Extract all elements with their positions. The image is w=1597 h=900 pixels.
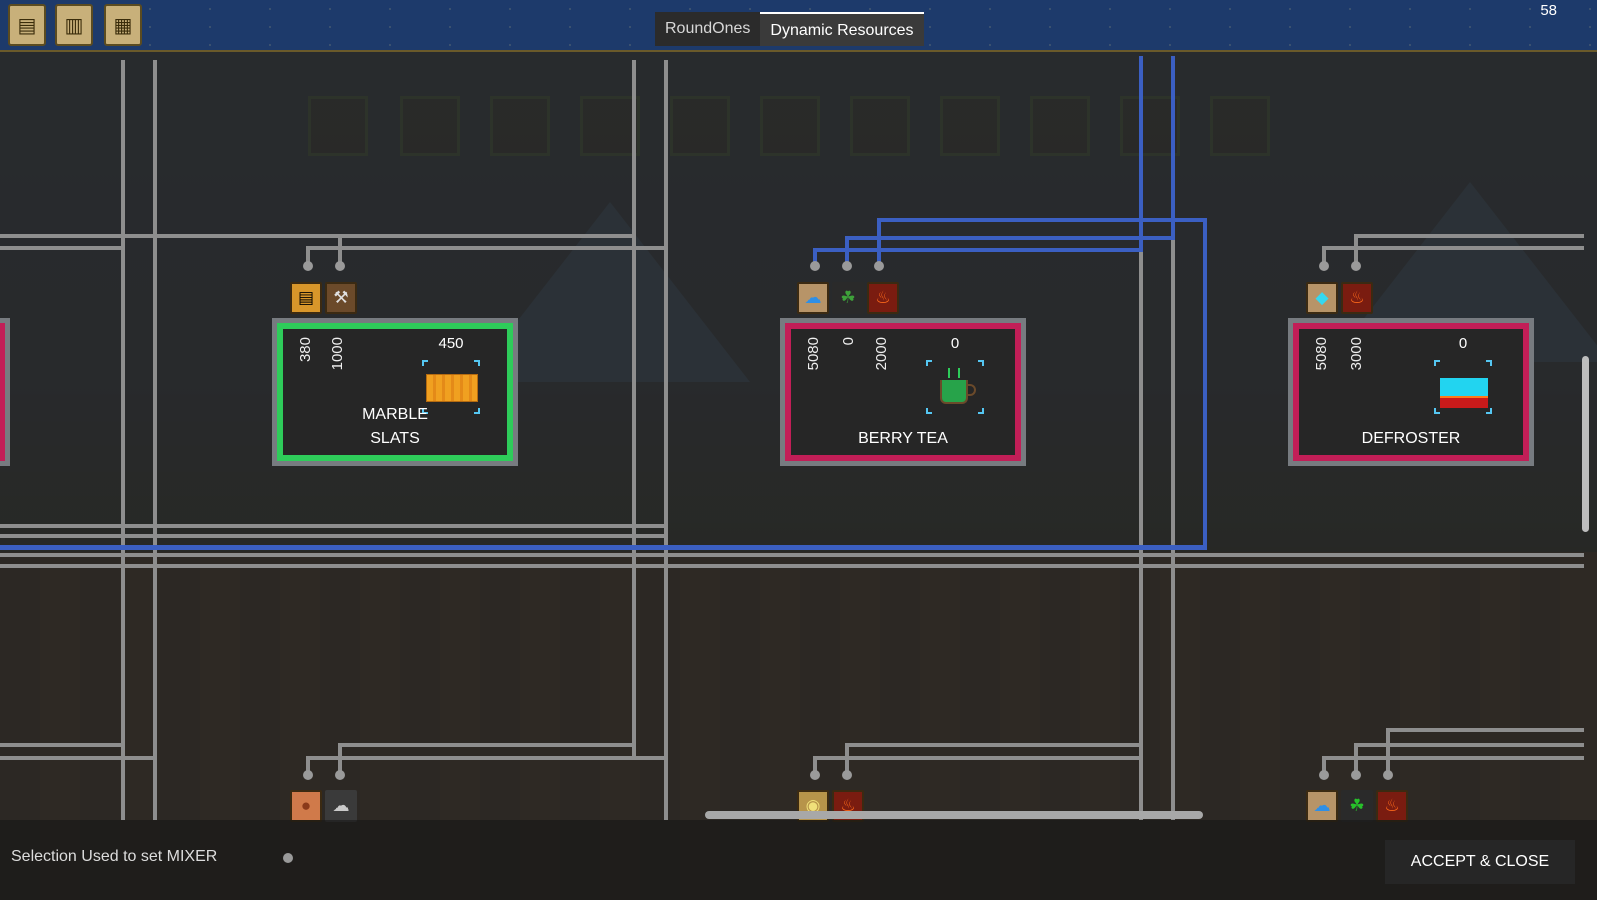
accept-close-button[interactable]: ACCEPT & CLOSE bbox=[1385, 840, 1575, 884]
connection-wire bbox=[1322, 246, 1584, 250]
input-amount: 2000 bbox=[873, 337, 890, 371]
input-amount: 380 bbox=[297, 337, 314, 363]
input-amount: 3000 bbox=[1348, 337, 1365, 371]
blue-connection-wire bbox=[877, 218, 1207, 222]
blue-connection-wire bbox=[0, 545, 1207, 550]
connector-node[interactable] bbox=[1319, 770, 1329, 780]
input-amount: 0 bbox=[840, 337, 857, 346]
connection-wire bbox=[813, 756, 1139, 760]
blue-connection-wire bbox=[845, 236, 1175, 240]
blue-connection-wire bbox=[813, 248, 1143, 252]
build-panel: 5080 3000 0 DEFROSTER bbox=[1293, 323, 1529, 461]
clay-icon: ● bbox=[290, 790, 322, 822]
top-bar: ▤ ▥ ▦ RoundOnes Dynamic Resources 58 bbox=[0, 0, 1597, 52]
fire-icon: ♨ bbox=[1376, 790, 1408, 822]
connector-node[interactable] bbox=[810, 770, 820, 780]
horizontal-scrollbar[interactable] bbox=[705, 811, 1203, 819]
ledger-icon[interactable]: ▦ bbox=[104, 4, 142, 46]
connection-wire bbox=[0, 756, 153, 760]
berries-icon: ☘ bbox=[1341, 790, 1373, 822]
connection-wire bbox=[0, 564, 1584, 568]
input-amount: 1000 bbox=[329, 337, 346, 371]
connection-wire bbox=[0, 534, 664, 538]
open-book-icon[interactable]: ▥ bbox=[55, 4, 93, 46]
selection-status-text: Selection Used to set MIXER bbox=[11, 848, 218, 865]
tea-cup-icon bbox=[925, 359, 985, 415]
connector-node[interactable] bbox=[1351, 261, 1361, 271]
selection-indicator-dot bbox=[283, 853, 293, 863]
fire-icon: ♨ bbox=[1341, 282, 1373, 314]
frame-counter: 58 bbox=[1540, 2, 1557, 19]
bottom-bar bbox=[0, 820, 1597, 900]
build-name: BERRY TEA bbox=[858, 430, 948, 447]
connector-node[interactable] bbox=[303, 261, 313, 271]
input-amount: 5080 bbox=[1313, 337, 1330, 371]
connection-wire bbox=[1171, 240, 1175, 820]
connection-wire bbox=[338, 234, 632, 238]
build-berry-tea[interactable]: 5080 0 2000 0 BERRY TEA bbox=[780, 318, 1026, 466]
blue-connection-wire bbox=[1171, 56, 1175, 240]
marble-icon: ▤ bbox=[290, 282, 322, 314]
ice-icon: ◆ bbox=[1306, 282, 1338, 314]
tab-dynamic-resources[interactable]: Dynamic Resources bbox=[760, 12, 924, 46]
connection-wire bbox=[664, 60, 668, 820]
tab-bar: RoundOnes Dynamic Resources bbox=[655, 12, 924, 46]
connector-node[interactable] bbox=[810, 261, 820, 271]
build-name: DEFROSTER bbox=[1361, 430, 1461, 447]
build-panel: 380 1000 450 MARBLE SLATS bbox=[277, 323, 513, 461]
tools-icon: ⚒ bbox=[325, 282, 357, 314]
water-icon: ☁ bbox=[1306, 790, 1338, 822]
connection-wire bbox=[0, 553, 1584, 557]
build-marble-slats[interactable]: 380 1000 450 MARBLE SLATS bbox=[272, 318, 518, 466]
connector-node[interactable] bbox=[335, 261, 345, 271]
connector-node[interactable] bbox=[1351, 770, 1361, 780]
build-defroster[interactable]: 5080 3000 0 DEFROSTER bbox=[1288, 318, 1534, 466]
defroster-icon bbox=[1433, 359, 1493, 415]
blue-connection-wire bbox=[1203, 218, 1207, 550]
input-amount: 5080 bbox=[805, 337, 822, 371]
connection-wire bbox=[0, 743, 121, 747]
book-icon[interactable]: ▤ bbox=[8, 4, 46, 46]
connection-wire bbox=[632, 60, 636, 760]
tab-roundones[interactable]: RoundOnes bbox=[655, 12, 760, 46]
connector-node[interactable] bbox=[303, 770, 313, 780]
connection-wire bbox=[0, 246, 121, 250]
stone-icon: ☁ bbox=[325, 790, 357, 822]
connection-wire bbox=[1322, 756, 1584, 760]
vertical-scrollbar[interactable] bbox=[1582, 356, 1589, 532]
build-name: MARBLE SLATS bbox=[362, 406, 428, 447]
output-amount: 0 bbox=[1458, 335, 1468, 352]
connector-node[interactable] bbox=[874, 261, 884, 271]
connection-wire bbox=[306, 246, 664, 250]
connection-wire bbox=[121, 60, 125, 820]
connector-node[interactable] bbox=[1319, 261, 1329, 271]
offscreen-build-edge bbox=[0, 318, 10, 466]
water-icon: ☁ bbox=[797, 282, 829, 314]
connector-node[interactable] bbox=[842, 770, 852, 780]
connector-node[interactable] bbox=[335, 770, 345, 780]
connection-wire bbox=[1354, 234, 1584, 238]
berries-icon: ☘ bbox=[832, 282, 864, 314]
connection-wire bbox=[1386, 728, 1584, 732]
connection-wire bbox=[1386, 728, 1390, 776]
blue-connection-wire bbox=[877, 218, 881, 266]
connection-wire bbox=[1139, 250, 1143, 820]
connection-wire bbox=[0, 524, 664, 528]
build-panel: 5080 0 2000 0 BERRY TEA bbox=[785, 323, 1021, 461]
connection-wire bbox=[306, 756, 664, 760]
connection-wire bbox=[153, 60, 157, 820]
output-amount: 0 bbox=[950, 335, 960, 352]
blue-connection-wire bbox=[1139, 56, 1143, 252]
connector-node[interactable] bbox=[842, 261, 852, 271]
output-amount: 450 bbox=[438, 335, 464, 352]
fire-icon: ♨ bbox=[867, 282, 899, 314]
connection-wire bbox=[338, 743, 632, 747]
connector-node[interactable] bbox=[1383, 770, 1393, 780]
game-screen: ▤ ▥ ▦ RoundOnes Dynamic Resources 58 ▤ ⚒… bbox=[0, 0, 1597, 900]
connection-wire bbox=[845, 743, 1139, 747]
